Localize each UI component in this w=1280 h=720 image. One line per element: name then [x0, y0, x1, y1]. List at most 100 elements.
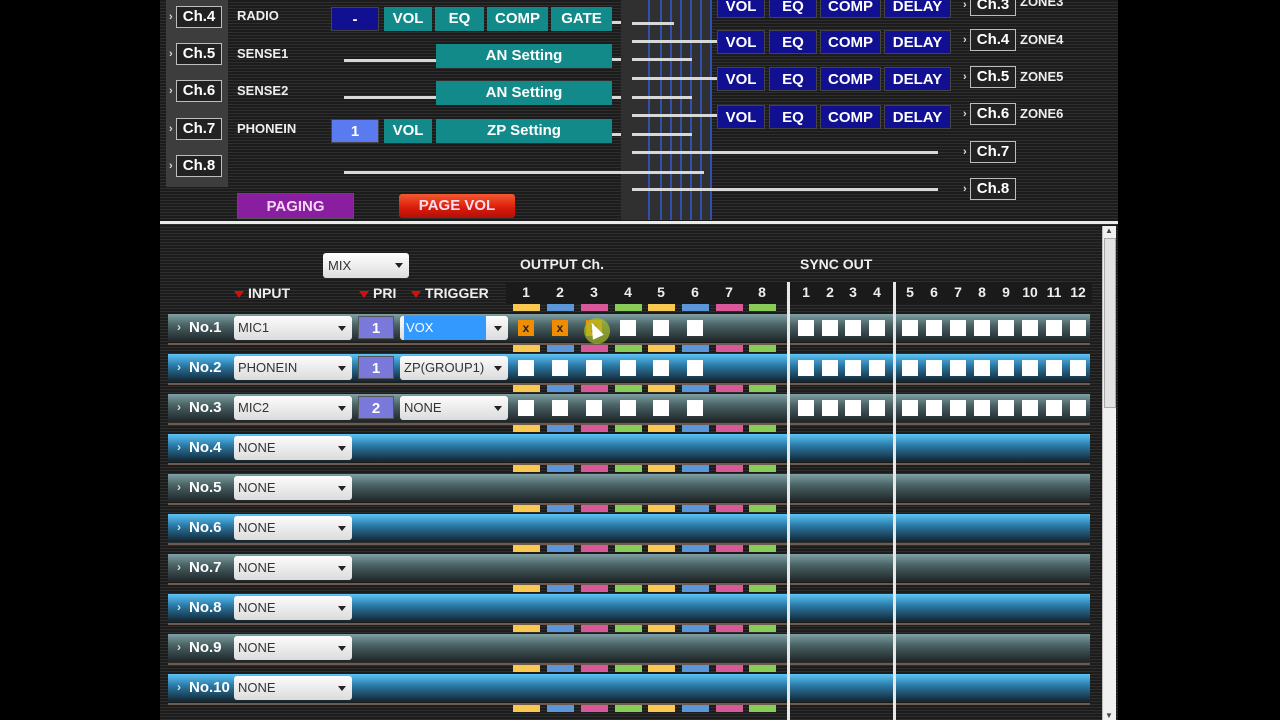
- zone6-delay-button[interactable]: DELAY: [884, 105, 951, 129]
- input-select[interactable]: NONE: [234, 556, 352, 580]
- ch7-vol-button[interactable]: VOL: [384, 119, 432, 143]
- output-checkbox[interactable]: x: [518, 320, 534, 336]
- trigger-select[interactable]: ZP(GROUP1): [400, 356, 508, 380]
- output-ch5-button[interactable]: Ch.5: [963, 66, 1016, 88]
- scroll-thumb[interactable]: [1104, 238, 1116, 408]
- sync-out-checkbox[interactable]: [926, 360, 942, 376]
- sync-out-checkbox[interactable]: [902, 400, 918, 416]
- mode-select[interactable]: MIX: [323, 253, 409, 278]
- sync-out-checkbox[interactable]: [822, 360, 838, 376]
- sync-out-checkbox[interactable]: [869, 360, 885, 376]
- sync-out-checkbox[interactable]: [950, 400, 966, 416]
- output-ch6-button[interactable]: Ch.6: [963, 103, 1016, 125]
- trigger-header[interactable]: TRIGGER: [411, 285, 489, 301]
- sync-out-checkbox[interactable]: [998, 400, 1014, 416]
- sync-out-checkbox[interactable]: [1070, 400, 1086, 416]
- input-select[interactable]: MIC1: [234, 316, 352, 340]
- output-checkbox[interactable]: [687, 400, 703, 416]
- pri-header[interactable]: PRI: [359, 285, 396, 301]
- zone4-delay-button[interactable]: DELAY: [884, 30, 951, 54]
- zone6-vol-button[interactable]: VOL: [717, 105, 765, 129]
- output-checkbox[interactable]: x: [552, 320, 568, 336]
- ch5-an-setting-button[interactable]: AN Setting: [436, 44, 612, 68]
- sync-out-checkbox[interactable]: [974, 400, 990, 416]
- scroll-down-icon[interactable]: ▼: [1105, 711, 1113, 720]
- sync-out-checkbox[interactable]: [974, 360, 990, 376]
- sync-out-checkbox[interactable]: [902, 320, 918, 336]
- zone3-vol-button[interactable]: VOL: [717, 0, 765, 18]
- priority-button[interactable]: 1: [358, 316, 394, 339]
- sync-out-checkbox[interactable]: [974, 320, 990, 336]
- sync-out-checkbox[interactable]: [1022, 360, 1038, 376]
- sync-out-checkbox[interactable]: [822, 320, 838, 336]
- sync-out-checkbox[interactable]: [926, 400, 942, 416]
- scroll-up-icon[interactable]: ▲: [1105, 226, 1113, 235]
- output-checkbox[interactable]: [586, 400, 602, 416]
- sync-out-checkbox[interactable]: [845, 320, 861, 336]
- input-select[interactable]: PHONEIN: [234, 356, 352, 380]
- ch4-gate-button[interactable]: GATE: [551, 7, 612, 31]
- zone3-comp-button[interactable]: COMP: [820, 0, 881, 18]
- zone3-eq-button[interactable]: EQ: [769, 0, 817, 18]
- zone6-eq-button[interactable]: EQ: [769, 105, 817, 129]
- zone5-delay-button[interactable]: DELAY: [884, 67, 951, 91]
- priority-button[interactable]: 1: [358, 356, 394, 379]
- zone6-comp-button[interactable]: COMP: [820, 105, 881, 129]
- zone4-vol-button[interactable]: VOL: [717, 30, 765, 54]
- sync-out-checkbox[interactable]: [1070, 320, 1086, 336]
- sync-out-checkbox[interactable]: [869, 320, 885, 336]
- zone5-eq-button[interactable]: EQ: [769, 67, 817, 91]
- input-select[interactable]: NONE: [234, 636, 352, 660]
- output-checkbox[interactable]: [620, 400, 636, 416]
- sync-out-checkbox[interactable]: [1022, 320, 1038, 336]
- row-number-label[interactable]: No.10: [168, 673, 232, 702]
- output-checkbox[interactable]: [552, 360, 568, 376]
- output-ch7-button[interactable]: Ch.7: [963, 141, 1016, 163]
- priority-button[interactable]: 2: [358, 396, 394, 419]
- sync-out-checkbox[interactable]: [845, 400, 861, 416]
- sync-out-checkbox[interactable]: [926, 320, 942, 336]
- row-number-label[interactable]: No.3: [168, 393, 232, 422]
- output-checkbox[interactable]: [518, 360, 534, 376]
- sync-out-checkbox[interactable]: [822, 400, 838, 416]
- row-number-label[interactable]: No.7: [168, 553, 232, 582]
- ch7-zp-setting-button[interactable]: ZP Setting: [436, 119, 612, 143]
- output-checkbox[interactable]: [620, 320, 636, 336]
- trigger-select[interactable]: NONE: [400, 396, 508, 420]
- page-vol-button[interactable]: PAGE VOL: [399, 194, 515, 218]
- input-ch4-button[interactable]: Ch.4: [169, 6, 222, 28]
- sync-out-checkbox[interactable]: [869, 400, 885, 416]
- paging-button[interactable]: PAGING: [237, 193, 354, 219]
- zone3-delay-button[interactable]: DELAY: [884, 0, 951, 18]
- row-number-label[interactable]: No.1: [168, 313, 232, 342]
- row-number-label[interactable]: No.4: [168, 433, 232, 462]
- trigger-select[interactable]: VOX: [400, 316, 508, 340]
- output-checkbox[interactable]: [586, 360, 602, 376]
- ch4-priority-button[interactable]: -: [331, 7, 379, 31]
- sync-out-checkbox[interactable]: [1046, 360, 1062, 376]
- input-select[interactable]: NONE: [234, 436, 352, 460]
- sync-out-checkbox[interactable]: [798, 320, 814, 336]
- output-checkbox[interactable]: [687, 360, 703, 376]
- sync-out-checkbox[interactable]: [902, 360, 918, 376]
- ch4-vol-button[interactable]: VOL: [384, 7, 432, 31]
- ch4-comp-button[interactable]: COMP: [487, 7, 548, 31]
- zone5-vol-button[interactable]: VOL: [717, 67, 765, 91]
- row-number-label[interactable]: No.9: [168, 633, 232, 662]
- row-number-label[interactable]: No.6: [168, 513, 232, 542]
- sync-out-checkbox[interactable]: [998, 320, 1014, 336]
- input-select[interactable]: MIC2: [234, 396, 352, 420]
- input-ch5-button[interactable]: Ch.5: [169, 43, 222, 65]
- input-header[interactable]: INPUT: [234, 285, 290, 301]
- output-checkbox[interactable]: [552, 400, 568, 416]
- sync-out-checkbox[interactable]: [950, 360, 966, 376]
- output-checkbox[interactable]: [653, 360, 669, 376]
- input-select[interactable]: NONE: [234, 516, 352, 540]
- input-select[interactable]: NONE: [234, 596, 352, 620]
- output-ch3-button[interactable]: Ch.3: [963, 0, 1016, 16]
- sync-out-checkbox[interactable]: [1046, 320, 1062, 336]
- zone5-comp-button[interactable]: COMP: [820, 67, 881, 91]
- output-ch4-button[interactable]: Ch.4: [963, 29, 1016, 51]
- input-ch6-button[interactable]: Ch.6: [169, 80, 222, 102]
- output-ch8-button[interactable]: Ch.8: [963, 178, 1016, 200]
